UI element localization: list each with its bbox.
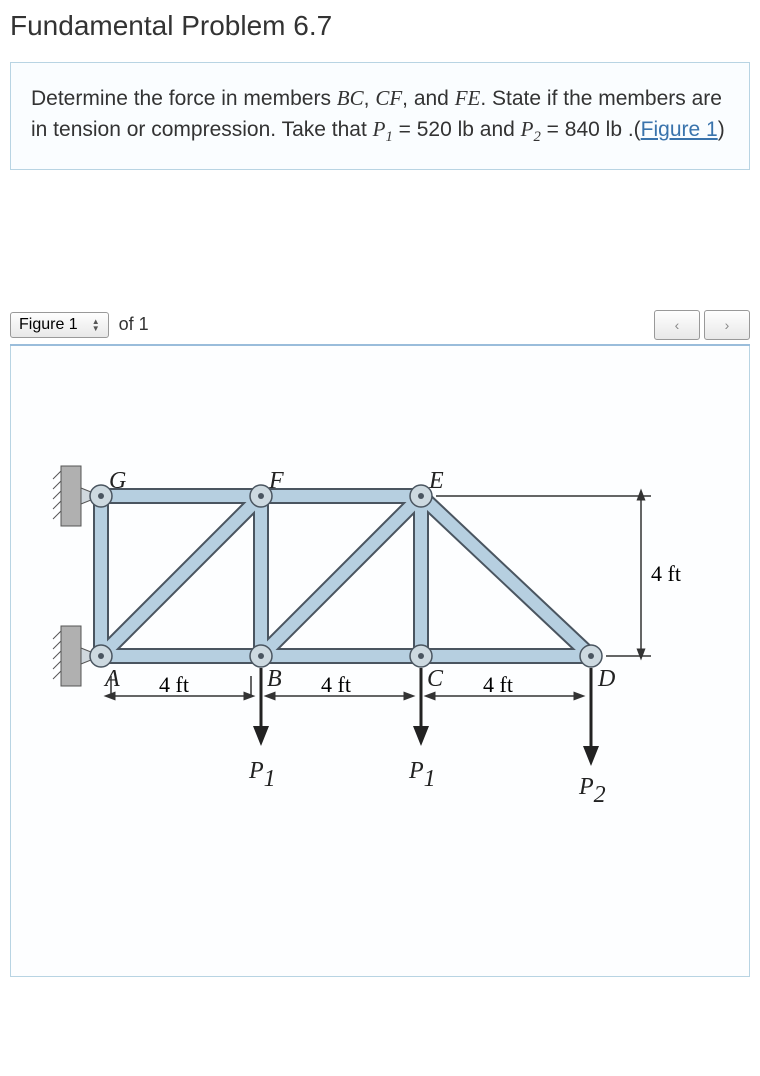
load-P1b: P1 (408, 758, 436, 792)
p2-val: = 840 lb .( (541, 118, 641, 141)
txt: , and (402, 87, 455, 110)
dim-h: 4 ft (651, 561, 681, 586)
p2-sub: 2 (534, 130, 541, 146)
next-figure-button[interactable]: › (704, 310, 750, 340)
txt: Determine the force in members (31, 87, 337, 110)
dim-CD: 4 ft (431, 672, 581, 697)
dim1: 4 ft (159, 672, 189, 697)
truss-diagram: G F E A B C D P1 P1 P2 4 ft 4 ft 4 ft 4 … (31, 376, 731, 896)
dim3: 4 ft (483, 672, 513, 697)
label-C: C (427, 666, 444, 692)
label-G: G (109, 468, 126, 494)
dim-BC: 4 ft (271, 672, 411, 697)
force-P2-at-D (583, 668, 599, 766)
dim-AB: 4 ft (111, 672, 251, 697)
p2-symbol: P (521, 117, 534, 141)
label-B: B (267, 666, 282, 692)
load-P1a: P1 (248, 758, 276, 792)
stepper-icon: ▲▼ (92, 318, 100, 332)
problem-statement: Determine the force in members BC, CF, a… (10, 62, 750, 170)
figure-link[interactable]: Figure 1 (641, 118, 718, 141)
figure-panel: G F E A B C D P1 P1 P2 4 ft 4 ft 4 ft 4 … (10, 346, 750, 977)
page-title: Fundamental Problem 6.7 (10, 10, 750, 42)
p1-sub: 1 (385, 130, 392, 146)
figure-count: of 1 (119, 314, 149, 335)
prev-figure-button[interactable]: ‹ (654, 310, 700, 340)
load-P2: P2 (578, 774, 606, 808)
label-E: E (428, 468, 444, 494)
label-F: F (268, 468, 284, 494)
figure-select[interactable]: Figure 1 ▲▼ (10, 312, 109, 338)
member-bc: BC (337, 86, 364, 110)
txt: , (364, 87, 376, 110)
figure-toolbar: Figure 1 ▲▼ of 1 ‹ › (10, 310, 750, 346)
label-D: D (597, 666, 615, 692)
p1-val: = 520 lb and (393, 118, 521, 141)
figure-select-label: Figure 1 (19, 316, 78, 334)
member-cf: CF (375, 86, 402, 110)
p1-symbol: P (373, 117, 386, 141)
member-fe: FE (455, 86, 481, 110)
txt: ) (718, 118, 725, 141)
dim2: 4 ft (321, 672, 351, 697)
